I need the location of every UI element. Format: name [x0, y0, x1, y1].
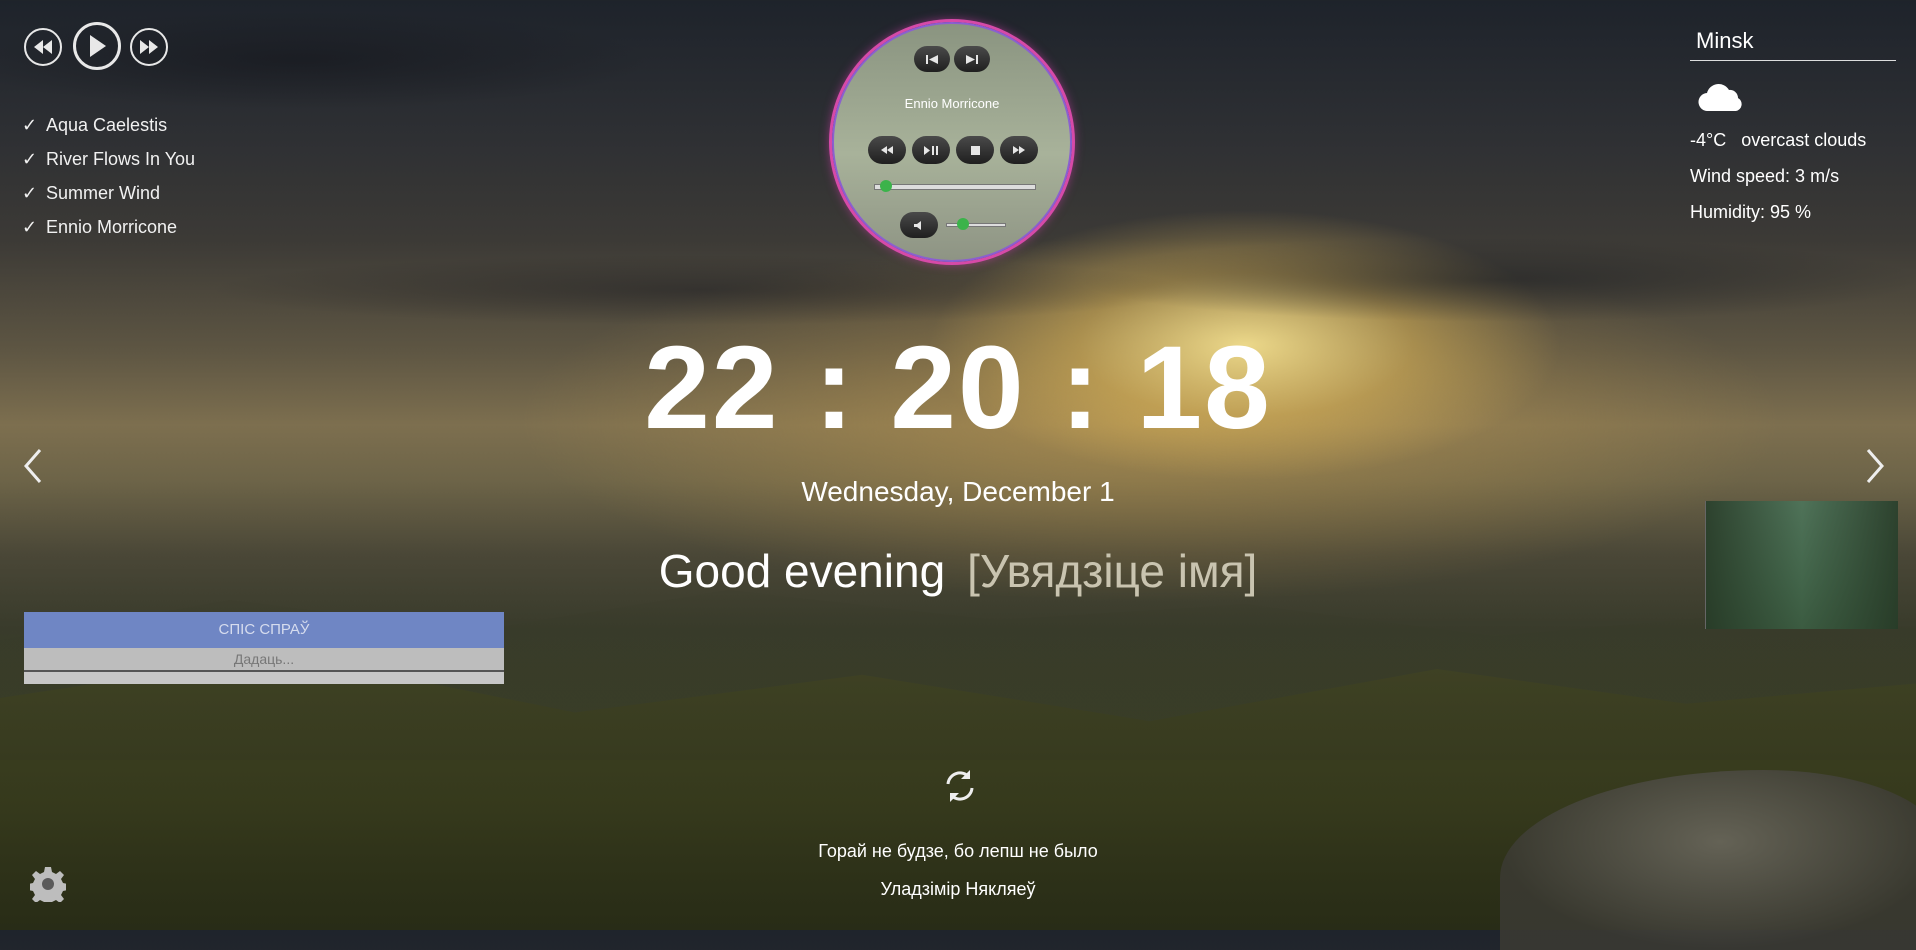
refresh-quote-button[interactable]	[940, 766, 980, 806]
playlist-item[interactable]: ✓ Ennio Morricone	[22, 210, 195, 244]
next-track-button[interactable]	[130, 28, 168, 66]
todo-title[interactable]: СПІС СПРАЎ	[24, 612, 504, 648]
todo-widget: СПІС СПРАЎ Дадаць...	[24, 612, 504, 684]
track-title: Ennio Morricone	[46, 217, 178, 237]
greeting-text: Good evening	[658, 545, 946, 597]
check-icon: ✓	[22, 217, 38, 237]
rp-rewind-button[interactable]	[868, 136, 906, 164]
playlist-item[interactable]: ✓ River Flows In You	[22, 142, 195, 176]
wind-speed: Wind speed: 3 m/s	[1690, 166, 1840, 186]
track-title: Summer Wind	[46, 183, 161, 203]
rp-stop-button[interactable]	[956, 136, 994, 164]
play-icon	[90, 35, 106, 57]
next-background-arrow[interactable]	[1864, 445, 1886, 495]
chevron-left-icon	[24, 449, 42, 483]
settings-gear-button[interactable]	[28, 866, 68, 907]
humidity: Humidity: 95 %	[1690, 202, 1812, 222]
play-button[interactable]	[73, 22, 121, 70]
rp-volume-button[interactable]	[900, 212, 938, 238]
rp-skip-forward-button[interactable]	[954, 46, 990, 72]
refresh-icon	[946, 770, 974, 802]
track-title: River Flows In You	[46, 149, 196, 169]
rp-progress-bar[interactable]	[874, 184, 1036, 190]
background-thumbnail[interactable]	[1705, 501, 1898, 629]
quote-text: Горай не будзе, бо лепш не было	[818, 841, 1098, 861]
rewind-icon	[34, 40, 52, 54]
clock-time: 22 : 20 : 18	[644, 322, 1272, 454]
weather-widget: Minsk -4°C overcast clouds Wind speed: 3…	[1690, 26, 1896, 230]
rp-play-pause-button[interactable]	[912, 136, 950, 164]
playlist-item[interactable]: ✓ Aqua Caelestis	[22, 108, 195, 142]
rp-volume-knob[interactable]	[957, 218, 970, 230]
volume-icon	[914, 220, 921, 230]
fast-forward-icon	[140, 40, 158, 54]
todo-list	[24, 672, 504, 684]
fast-forward-icon	[1013, 146, 1025, 154]
city-input[interactable]: Minsk	[1690, 26, 1896, 61]
track-title: Aqua Caelestis	[46, 115, 168, 135]
play-pause-icon	[924, 145, 938, 155]
rewind-icon	[881, 146, 893, 154]
cloud-icon	[1696, 83, 1896, 116]
skip-back-icon	[926, 54, 938, 64]
rp-skip-back-button[interactable]	[914, 46, 950, 72]
playlist-item[interactable]: ✓ Summer Wind	[22, 176, 195, 210]
prev-background-arrow[interactable]	[22, 445, 44, 495]
date-label: Wednesday, December 1	[801, 476, 1115, 507]
skip-forward-icon	[966, 54, 978, 64]
check-icon: ✓	[22, 183, 38, 203]
rp-track-title: Ennio Morricone	[904, 96, 1000, 111]
playlist: ✓ Aqua Caelestis ✓ River Flows In You ✓ Sum…	[22, 108, 195, 244]
gear-icon	[28, 867, 68, 907]
name-input[interactable]: [Увядзіце імя]	[967, 545, 1257, 597]
round-audio-player: Ennio Morricone	[832, 22, 1072, 262]
check-icon: ✓	[22, 115, 38, 135]
chevron-right-icon	[1866, 449, 1884, 483]
greeting: Good evening [Увядзіце імя]	[0, 544, 1916, 598]
temperature-description: -4°C overcast clouds	[1690, 130, 1867, 150]
rp-forward-button[interactable]	[1000, 136, 1038, 164]
prev-track-button[interactable]	[24, 28, 62, 66]
stop-icon	[970, 145, 980, 155]
check-icon: ✓	[22, 149, 38, 169]
quote-author: Уладзімір Някляеў	[880, 879, 1036, 899]
rp-volume-bar[interactable]	[946, 223, 1006, 227]
rp-progress-knob[interactable]	[880, 180, 893, 192]
todo-input[interactable]: Дадаць...	[24, 648, 504, 672]
